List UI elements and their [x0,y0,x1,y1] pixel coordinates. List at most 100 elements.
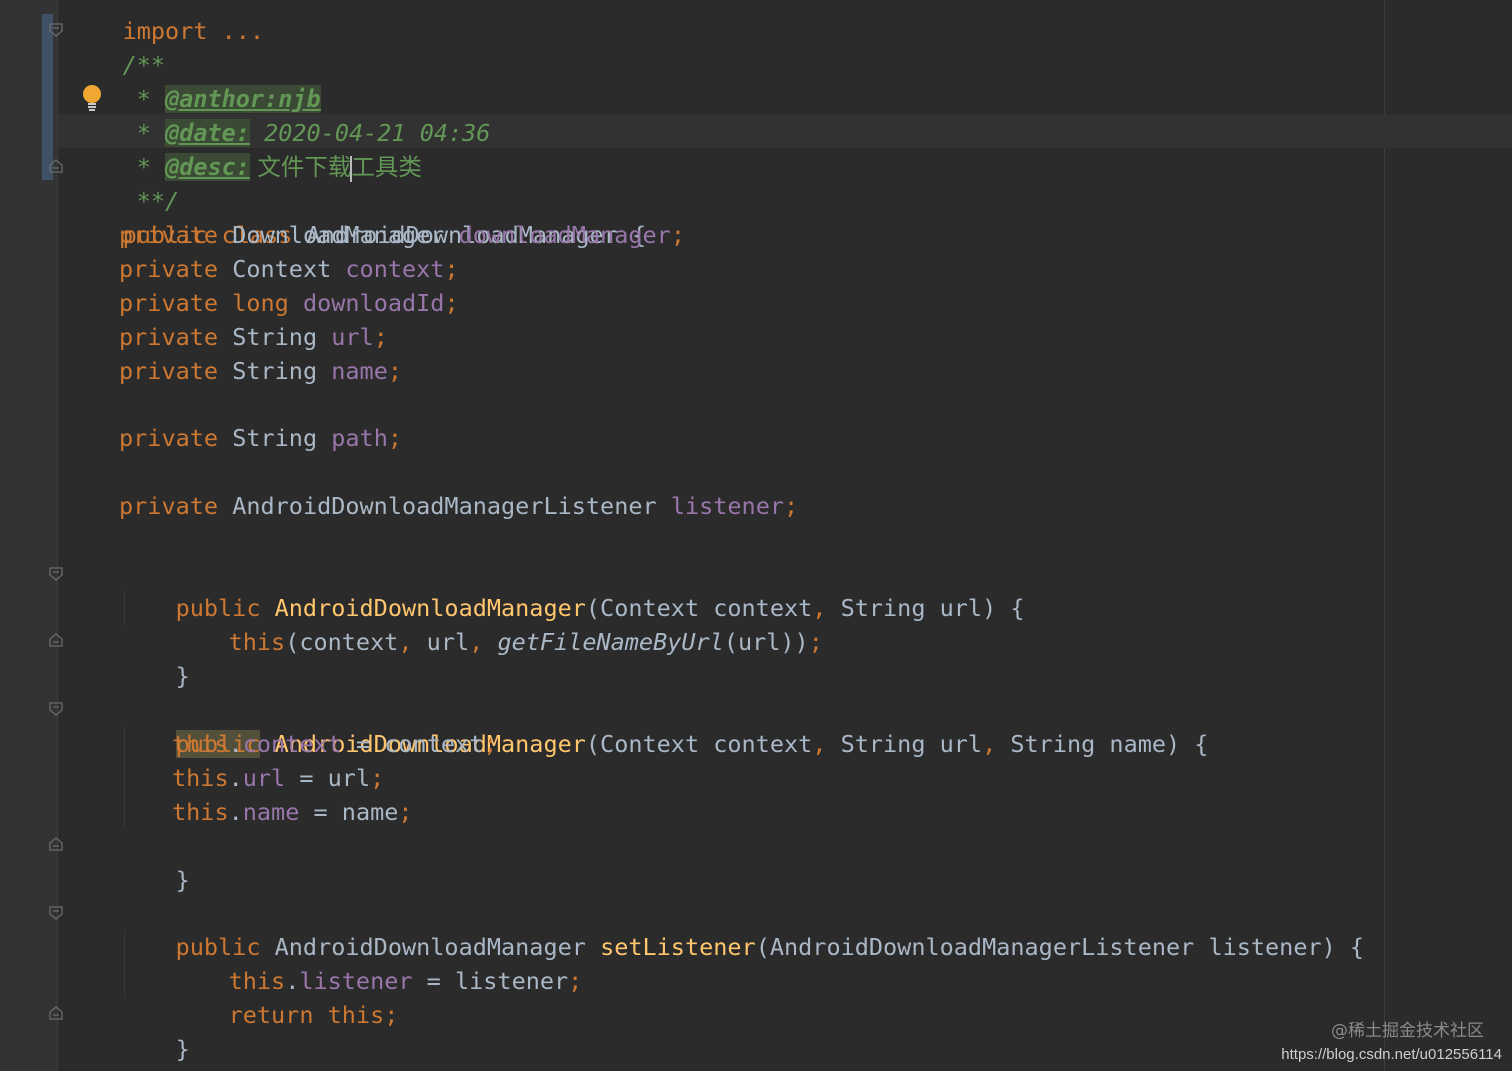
doc-desc-value-rest: 工具类 [351,153,422,181]
code-line-setter-return[interactable]: return this; [172,964,399,1029]
watermark-juejin: @稀土掘金技术社区 [1331,1021,1484,1041]
fold-collapse-icon[interactable] [48,905,64,921]
code-line-ctor2-assign[interactable]: this.name = name; [172,795,413,829]
code-line-field[interactable]: private String path; [119,421,402,455]
code-line-field[interactable]: private AndroidDownloadManagerListener l… [119,489,798,523]
code-line-doc-open[interactable]: /** [66,14,165,79]
code-line-doc-desc[interactable]: * @desc: 文件下载工具类 [66,116,422,182]
semicolon: ; [384,1001,399,1029]
code-line-ctor2-signature[interactable]: public AndroidDownloadManager(Context co… [119,693,1208,758]
keyword-private: private [119,255,219,283]
call-args: (url)) [723,628,809,656]
code-line-import[interactable]: import ... [66,0,264,45]
field-type: DownloadManager [232,221,445,249]
code-line-ctor2-assign[interactable]: this.url = url; [172,761,384,795]
semicolon: ; [444,255,459,283]
field-ref: context [242,730,342,758]
method-name: setListener [600,933,756,961]
fold-end-icon[interactable] [48,836,64,852]
code-line-field[interactable]: private DownloadManager downloadManager; [119,218,685,252]
code-line-ctor1-body[interactable]: this(context, url, getFileNameByUrl(url)… [172,591,823,656]
field-name: url [331,323,374,351]
keyword-this: this [228,628,286,656]
field-name: downloadId [302,289,445,317]
field-name: downloadManager [458,221,671,249]
code-line-ctor1-signature[interactable]: public AndroidDownloadManager(Context co… [119,557,1025,622]
code-line-doc-date[interactable]: * @date: 2020-04-21 04:36 [66,82,490,147]
semicolon: ; [568,967,583,995]
field-ref: name [242,798,300,826]
semicolon: ; [444,289,459,317]
fold-end-icon[interactable] [48,632,64,648]
code-line-doc-author[interactable]: * @anthor:njb [66,48,321,113]
comma: , [812,730,827,758]
field-type: String [232,424,318,452]
close-brace: } [175,662,190,690]
param-list: (Context context [585,730,813,758]
code-line-ctor1-close[interactable]: } [119,625,190,690]
vcs-change-marker[interactable] [42,14,53,180]
doc-desc-value: 文件下载 [249,153,352,181]
close-brace: } [175,866,190,894]
code-line-ctor2-assign[interactable]: this.context = context; [172,727,497,761]
field-type: Context [232,255,332,283]
code-line-class-decl[interactable]: public class AndroidDownloadManager { [66,184,647,249]
keyword-return: return [228,1001,314,1029]
fold-end-icon[interactable] [48,1005,64,1021]
code-editor[interactable]: import ... /** * @anthor:njb * @date: 20… [0,0,1512,1071]
keyword-this: this [172,798,229,826]
keyword-this: this [327,1001,385,1029]
semicolon: ; [808,628,823,656]
semicolon: ; [387,424,402,452]
field-type: long [232,289,289,317]
semicolon: ; [373,323,388,351]
dot: . [228,730,243,758]
fold-collapse-icon[interactable] [48,701,64,717]
param-ref: url [327,764,371,792]
code-line-field[interactable]: private long downloadId; [119,286,459,320]
code-line-setter-assign[interactable]: this.listener = listener; [172,930,583,995]
field-name: name [331,357,388,385]
semicolon: ; [670,221,685,249]
param-ref: context [384,730,484,758]
dot: . [228,764,243,792]
code-line-field[interactable]: private String name; [119,354,402,388]
keyword-private: private [119,221,219,249]
fold-end-icon[interactable] [48,158,64,174]
keyword-private: private [119,323,219,351]
static-method-call: getFileNameByUrl [497,628,724,656]
comma: , [982,730,997,758]
code-line-setter-close[interactable]: } [119,998,190,1063]
keyword-private: private [119,424,219,452]
code-line-doc-close[interactable]: **/ [66,150,179,215]
field-name: listener [670,492,784,520]
field-ref: url [242,764,286,792]
code-line-ctor2-close[interactable]: } [119,829,190,894]
param-list: String url [826,730,983,758]
field-name: path [331,424,388,452]
semicolon: ; [483,730,498,758]
code-line-setter-signature[interactable]: public AndroidDownloadManager setListene… [119,896,1364,961]
keyword-private: private [119,357,219,385]
field-type: String [232,323,318,351]
dot: . [228,798,243,826]
param-list: String url) { [826,594,1025,622]
comma: , [469,628,484,656]
call-args: (context [285,628,399,656]
call-args: url [412,628,470,656]
fold-collapse-icon[interactable] [48,566,64,582]
code-line-field[interactable]: private String url; [119,320,388,354]
code-line-field[interactable]: private Context context; [119,252,459,286]
fold-collapse-icon[interactable] [48,22,64,38]
